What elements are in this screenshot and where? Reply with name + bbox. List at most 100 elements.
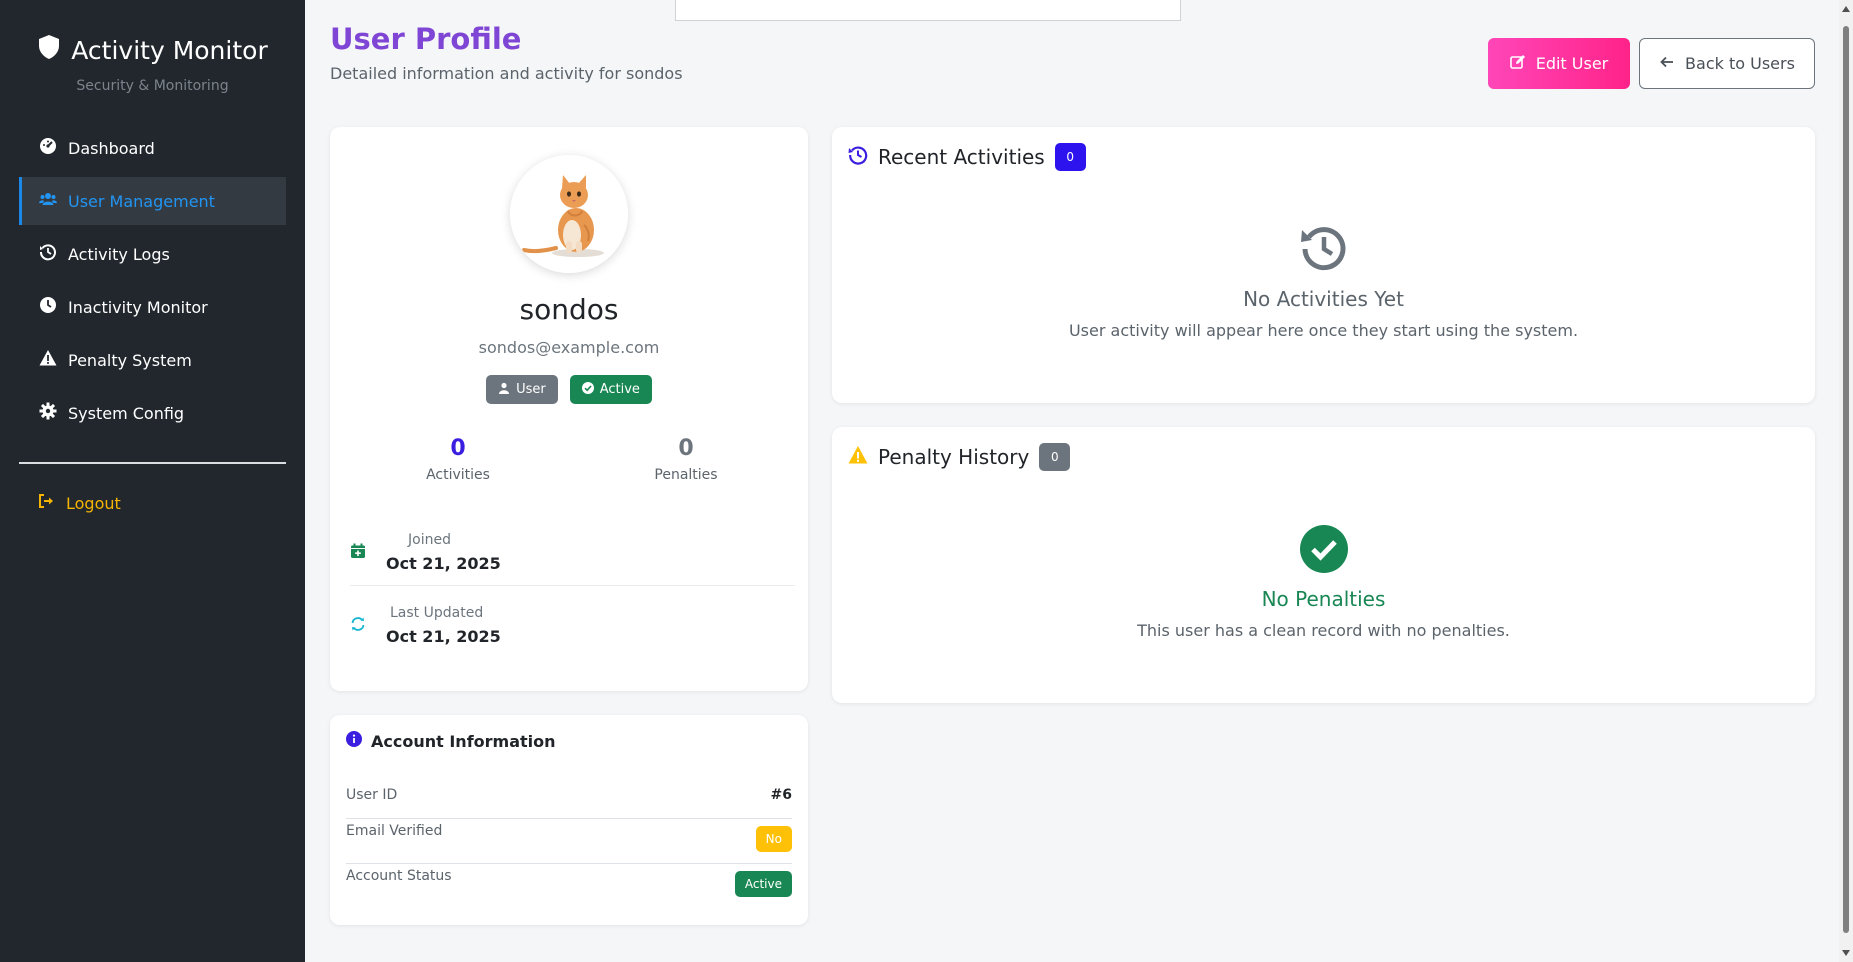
joined-row: Joined Oct 21, 2025 <box>350 532 795 573</box>
history-icon <box>39 243 57 265</box>
sidebar-item-label: System Config <box>68 403 185 423</box>
brand-subtitle: Security & Monitoring <box>76 78 229 94</box>
sidebar-divider <box>19 462 286 464</box>
role-badge-label: User <box>516 382 546 397</box>
arrow-left-icon <box>1659 54 1675 74</box>
joined-label: Joined <box>408 532 451 548</box>
scroll-down-arrow[interactable] <box>1842 950 1850 956</box>
account-row-divider <box>346 818 792 819</box>
account-info-title: Account Information <box>371 731 556 751</box>
brand-title-text: Activity Monitor <box>71 35 268 65</box>
status-badge: Active <box>569 375 652 404</box>
recent-activities-title: Recent Activities <box>878 145 1045 169</box>
user-id-label: User ID <box>346 787 398 803</box>
sidebar-item-label: Inactivity Monitor <box>68 297 208 317</box>
sidebar-item-system-config[interactable]: System Config <box>19 389 286 437</box>
recent-activities-header: Recent Activities 0 <box>848 143 1086 171</box>
brand: Activity Monitor Security & Monitoring <box>0 0 305 94</box>
info-divider <box>350 585 795 586</box>
sidebar-item-penalty-system[interactable]: Penalty System <box>19 336 286 384</box>
page-title: User Profile <box>330 22 522 56</box>
penalty-history-title: Penalty History <box>878 445 1030 469</box>
joined-value: Oct 21, 2025 <box>386 554 501 573</box>
penalties-label: Penalties <box>654 467 718 483</box>
sidebar-item-activity-logs[interactable]: Activity Logs <box>19 230 286 278</box>
penalties-empty-state: No Penalties This user has a clean recor… <box>832 523 1815 640</box>
info-icon <box>346 731 362 751</box>
recent-activities-card: Recent Activities 0 No Activities Yet Us… <box>832 127 1815 403</box>
sidebar-item-label: Penalty System <box>68 350 192 370</box>
sidebar-item-inactivity-monitor[interactable]: Inactivity Monitor <box>19 283 286 331</box>
history-icon <box>832 223 1815 279</box>
sidebar-item-label: Activity Logs <box>68 244 170 264</box>
activities-label: Activities <box>426 467 490 483</box>
calendar-plus-icon <box>350 543 386 563</box>
activities-empty-title: No Activities Yet <box>1243 287 1404 311</box>
penalties-empty-text: This user has a clean record with no pen… <box>1137 621 1510 640</box>
edit-icon <box>1509 54 1526 74</box>
email-verified-badge: No <box>755 826 792 852</box>
sidebar: Activity Monitor Security & Monitoring D… <box>0 0 305 962</box>
main-content: User Profile Detailed information and ac… <box>305 0 1853 962</box>
back-to-users-label: Back to Users <box>1685 54 1795 73</box>
updated-value: Oct 21, 2025 <box>386 627 501 646</box>
account-status-label: Account Status <box>346 868 452 884</box>
users-icon <box>39 190 57 212</box>
activities-count: 0 <box>450 436 466 461</box>
sidebar-item-user-management[interactable]: User Management <box>19 177 286 225</box>
brand-title[interactable]: Activity Monitor <box>37 34 268 66</box>
scroll-thumb[interactable] <box>1843 26 1849 933</box>
sidebar-item-dashboard[interactable]: Dashboard <box>19 124 286 172</box>
logout-link[interactable]: Logout <box>0 492 305 514</box>
user-id-row: User ID #6 <box>346 784 792 806</box>
sidebar-nav: Dashboard User Management Activity Logs … <box>0 124 305 437</box>
back-to-users-button[interactable]: Back to Users <box>1639 38 1815 89</box>
penalty-history-card: Penalty History 0 No Penalties This user… <box>832 427 1815 703</box>
edit-user-label: Edit User <box>1535 54 1609 73</box>
penalty-history-header: Penalty History 0 <box>848 443 1071 471</box>
account-status-row: Account Status Active <box>346 866 792 902</box>
updated-row: Last Updated Oct 21, 2025 <box>350 605 795 646</box>
account-row-divider <box>346 863 792 864</box>
penalties-stat: 0 Penalties <box>616 436 756 483</box>
scroll-up-arrow[interactable] <box>1842 6 1850 12</box>
account-info-header: Account Information <box>346 731 556 751</box>
gear-icon <box>39 402 57 424</box>
sidebar-item-label: Dashboard <box>68 138 155 158</box>
penalties-count-badge: 0 <box>1039 443 1071 471</box>
account-status-badge: Active <box>734 871 792 897</box>
clock-icon <box>39 296 57 318</box>
check-circle-icon <box>832 523 1815 579</box>
user-icon <box>498 382 510 398</box>
email-verified-row: Email Verified No <box>346 821 792 857</box>
email-verified-label: Email Verified <box>346 823 443 839</box>
history-icon <box>848 145 868 170</box>
check-circle-icon <box>581 381 594 398</box>
updated-label: Last Updated <box>390 605 484 621</box>
page-scrollbar[interactable] <box>1839 0 1853 962</box>
page-subtitle: Detailed information and activity for so… <box>330 64 683 83</box>
warning-icon <box>848 445 868 470</box>
activities-count-badge: 0 <box>1054 143 1086 171</box>
sidebar-item-label: User Management <box>68 191 215 211</box>
gauge-icon <box>39 137 57 159</box>
activities-stat: 0 Activities <box>388 436 528 483</box>
warning-icon <box>39 349 57 371</box>
shield-icon <box>37 34 61 66</box>
edit-user-button[interactable]: Edit User <box>1488 38 1630 89</box>
user-id-value: #6 <box>770 787 792 803</box>
profile-email: sondos@example.com <box>478 338 660 357</box>
penalties-empty-title: No Penalties <box>1261 587 1386 611</box>
logout-label: Logout <box>66 493 121 513</box>
profile-badges: User Active <box>330 375 808 404</box>
profile-card: sondos sondos@example.com User Active 0 … <box>330 127 808 691</box>
account-info-card: Account Information User ID #6 Email Ver… <box>330 715 808 925</box>
status-badge-label: Active <box>599 382 640 397</box>
cat-avatar-image <box>510 155 628 273</box>
sync-icon <box>350 616 386 636</box>
avatar <box>510 155 628 273</box>
logout-icon <box>37 492 55 514</box>
top-popover <box>675 0 1181 21</box>
role-badge: User <box>486 375 558 404</box>
penalties-count: 0 <box>678 436 694 461</box>
